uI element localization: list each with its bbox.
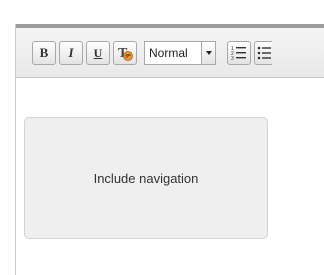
unordered-list-button[interactable] [254, 41, 272, 65]
ordered-list-button[interactable]: 1 2 3 [227, 41, 251, 65]
editor-content-area[interactable]: Include navigation [16, 78, 324, 275]
include-navigation-block[interactable]: Include navigation [24, 117, 268, 239]
unordered-list-icon [257, 46, 271, 60]
clear-format-icon: T [118, 46, 133, 61]
bold-button[interactable]: B [32, 41, 56, 65]
underline-button[interactable]: U [86, 41, 110, 65]
ordered-list-icon: 1 2 3 [231, 46, 246, 61]
chevron-down-icon[interactable] [201, 42, 215, 64]
rich-text-editor: B I U T Normal 1 2 3 Include navigation [15, 24, 324, 275]
italic-icon: I [68, 45, 74, 60]
editor-toolbar: B I U T Normal 1 2 3 [16, 24, 324, 78]
svg-text:3: 3 [231, 56, 234, 61]
underline-icon: U [93, 45, 103, 60]
format-select[interactable]: Normal [144, 41, 216, 65]
include-navigation-label: Include navigation [93, 170, 199, 186]
italic-button[interactable]: I [59, 41, 83, 65]
format-select-value: Normal [149, 46, 188, 60]
bold-icon: B [39, 45, 49, 60]
clear-format-button[interactable]: T [113, 41, 137, 65]
